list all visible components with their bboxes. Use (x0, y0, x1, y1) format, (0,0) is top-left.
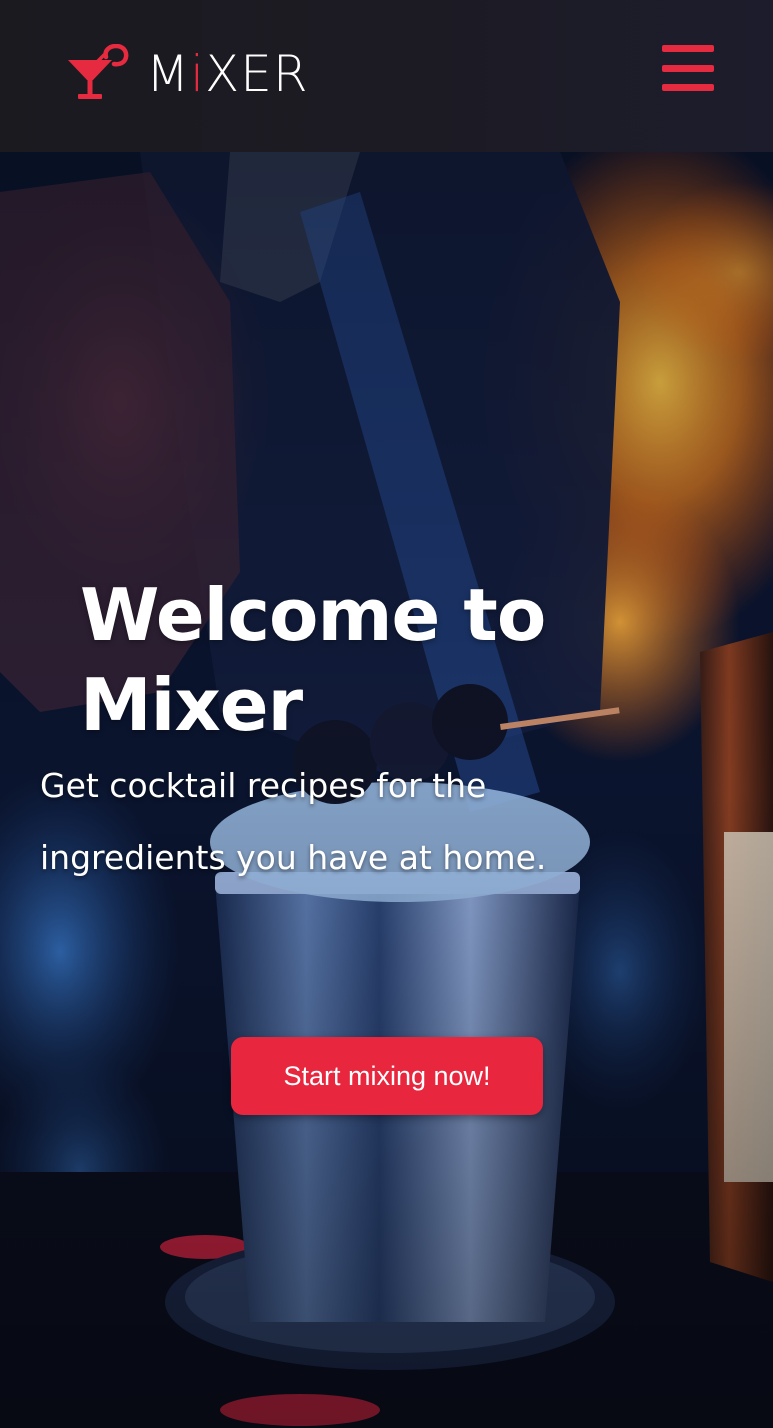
hamburger-menu-button[interactable] (662, 45, 716, 91)
brand-name: MiXER (146, 45, 309, 103)
brand-logo-link[interactable]: MiXER (66, 42, 309, 106)
hamburger-menu-icon (662, 64, 714, 72)
hero-title: Welcome to Mixer (80, 573, 546, 747)
page: MiXER Welcome to Mixer Get cocktail reci… (0, 0, 773, 1428)
hamburger-menu-icon (662, 84, 714, 91)
cocktail-glass-icon (68, 44, 129, 99)
hero-section: Welcome to Mixer Get cocktail recipes fo… (0, 152, 773, 1428)
navbar: MiXER (0, 0, 773, 152)
hamburger-menu-icon (662, 45, 714, 52)
start-mixing-button[interactable]: Start mixing now! (231, 1037, 543, 1115)
hero-subtitle: Get cocktail recipes for the ingredients… (40, 766, 547, 877)
